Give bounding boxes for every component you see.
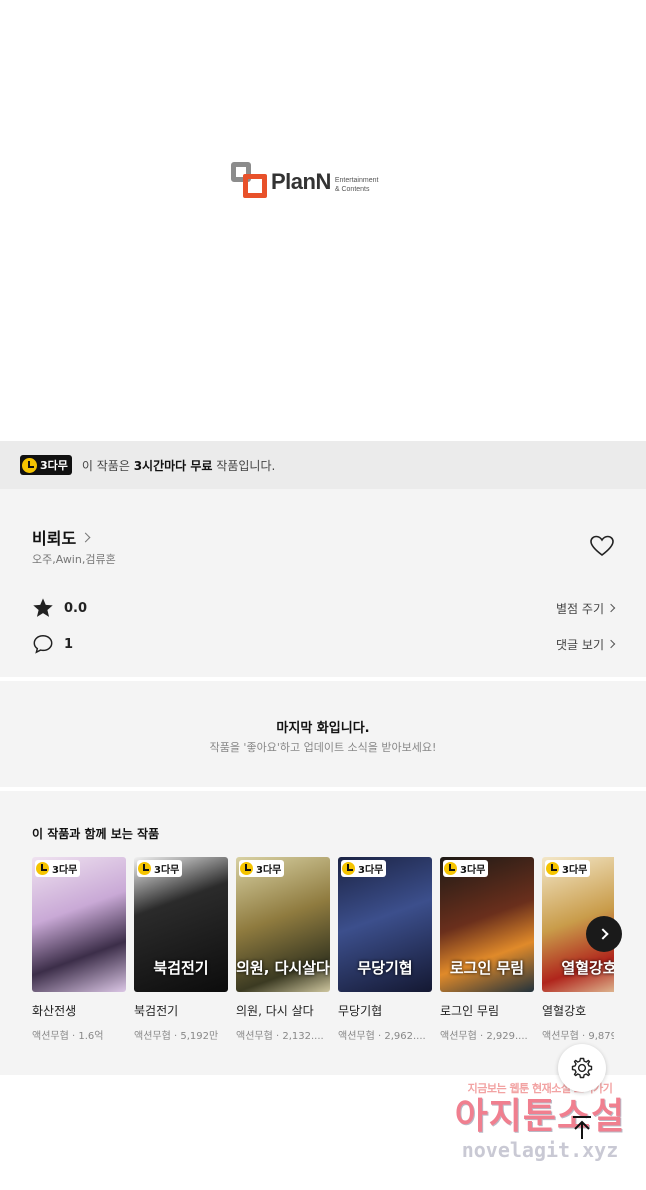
clock-icon [138, 862, 151, 875]
cover-thumbnail: 3다무 로그인 무림 [440, 857, 534, 992]
clock-icon [240, 862, 253, 875]
plann-logo: PlanN Entertainment & Contents [229, 160, 429, 204]
cover-thumbnail: 3다무 [32, 857, 126, 992]
card-title: 로그인 무림 [440, 1004, 500, 1018]
heart-icon[interactable] [590, 535, 614, 557]
card-meta: 액션무협 · 5,192만 [134, 1031, 219, 1042]
cover-thumbnail: 3다무 무당기협 [338, 857, 432, 992]
free-badge: 3다무 [137, 860, 183, 877]
viewer-page: PlanN Entertainment & Contents 3다무 이 작품은… [0, 0, 646, 1190]
recommendation-carousel: 3다무 화산전생 액션무협 · 1.6억 3다무 북검전기 북검전기 액션무협 … [32, 857, 614, 1047]
rate-button[interactable]: 별점 주기 [556, 600, 616, 617]
settings-button[interactable] [558, 1044, 606, 1092]
last-episode-subtitle: 작품을 '좋아요'하고 업데이트 소식을 받아보세요! [209, 741, 437, 754]
free-badge: 3다무 [443, 860, 489, 877]
view-comments-button[interactable]: 댓글 보기 [556, 636, 616, 653]
rating-row: 0.0 별점 주기 [32, 597, 616, 619]
cover-thumbnail: 3다무 북검전기 [134, 857, 228, 992]
free-badge: 3다무 [35, 860, 81, 877]
card-title: 북검전기 [134, 1004, 179, 1018]
card-meta: 액션무협 · 9,879... [542, 1031, 614, 1042]
recommendation-card[interactable]: 3다무 화산전생 액션무협 · 1.6억 [32, 857, 126, 1042]
watermark-brand: 아지툰소설 [454, 1096, 626, 1137]
work-title-link[interactable]: 비뢰도 [32, 525, 91, 549]
recommendation-card[interactable]: 3다무 로그인 무림 로그인 무림 액션무협 · 2,929.... [440, 857, 534, 1042]
free-banner-text: 이 작품은 3시간마다 무료 작품입니다. [81, 458, 276, 473]
watermark-url: novelagit.xyz [461, 1138, 619, 1162]
clock-icon [36, 862, 49, 875]
last-episode-notice: 마지막 화입니다. 작품을 '좋아요'하고 업데이트 소식을 받아보세요! [0, 681, 646, 787]
free-every-3h-banner: 3다무 이 작품은 3시간마다 무료 작품입니다. [0, 441, 646, 489]
episode-end-image: PlanN Entertainment & Contents [0, 0, 646, 441]
recommendation-card[interactable]: 3다무 무당기협 무당기협 액션무협 · 2,962.... [338, 857, 432, 1042]
clock-icon [444, 862, 457, 875]
rating-value: 0.0 [64, 600, 88, 616]
comment-count: 1 [64, 636, 74, 652]
card-meta: 액션무협 · 2,132.... [236, 1031, 324, 1042]
card-meta: 액션무협 · 2,962.... [338, 1031, 426, 1042]
site-watermark: 지금보는 웹툰 현재소설 보러가기 아지툰소설 novelagit.xyz [440, 1080, 640, 1170]
cover-title-art: 의원, 다시살다 [236, 959, 330, 977]
cover-title-art: 로그인 무림 [449, 959, 525, 977]
star-icon [33, 598, 53, 617]
cover-thumbnail: 3다무 의원, 다시살다 [236, 857, 330, 992]
scroll-to-top-button[interactable] [568, 1114, 596, 1142]
comment-icon [33, 635, 53, 654]
comment-row: 1 댓글 보기 [32, 633, 616, 655]
card-title: 의원, 다시 살다 [236, 1004, 314, 1018]
chevron-right-icon [596, 928, 609, 940]
cover-title-art: 무당기협 [357, 959, 413, 977]
free-badge: 3다무 [239, 860, 285, 877]
free-badge: 3다무 [20, 455, 72, 475]
carousel-next-button[interactable] [586, 916, 622, 952]
recommendations-heading: 이 작품과 함께 보는 작품 [32, 827, 160, 841]
clock-icon [22, 457, 37, 473]
free-badge: 3다무 [341, 860, 387, 877]
clock-icon [342, 862, 355, 875]
card-title: 열혈강호 [542, 1004, 587, 1018]
card-meta: 액션무협 · 1.6억 [32, 1031, 104, 1042]
work-title: 비뢰도 [32, 529, 77, 548]
cover-title-art: 열혈강호 [561, 959, 614, 977]
plann-logo-subtitle: Entertainment & Contents [334, 177, 379, 193]
watermark-tagline: 지금보는 웹툰 현재소설 보러가기 [467, 1082, 613, 1095]
plann-logo-text: PlanN [271, 169, 331, 194]
work-authors: 오주,Awin,검류혼 [32, 553, 116, 566]
card-title: 화산전생 [32, 1004, 77, 1018]
arrow-up-icon [573, 1116, 591, 1139]
chevron-right-icon [606, 639, 616, 649]
clock-icon [546, 862, 559, 875]
plann-logo-mark [229, 160, 273, 204]
card-meta: 액션무협 · 2,929.... [440, 1031, 528, 1042]
work-info-section: 비뢰도 오주,Awin,검류혼 0.0 별점 주기 1 댓글 보기 [0, 489, 646, 677]
recommendation-card[interactable]: 3다무 의원, 다시살다 의원, 다시 살다 액션무협 · 2,132.... [236, 857, 330, 1042]
last-episode-title: 마지막 화입니다. [276, 721, 370, 736]
recommendations-section: 이 작품과 함께 보는 작품 3다무 화산전생 액션무협 · 1.6억 3다무 … [0, 791, 646, 1075]
gear-icon [571, 1057, 593, 1079]
cover-title-art: 북검전기 [153, 959, 209, 977]
recommendation-card[interactable]: 3다무 북검전기 북검전기 액션무협 · 5,192만 [134, 857, 228, 1042]
chevron-right-icon [606, 603, 616, 613]
chevron-right-icon [80, 532, 91, 542]
card-title: 무당기협 [338, 1004, 383, 1018]
free-badge: 3다무 [545, 860, 591, 877]
